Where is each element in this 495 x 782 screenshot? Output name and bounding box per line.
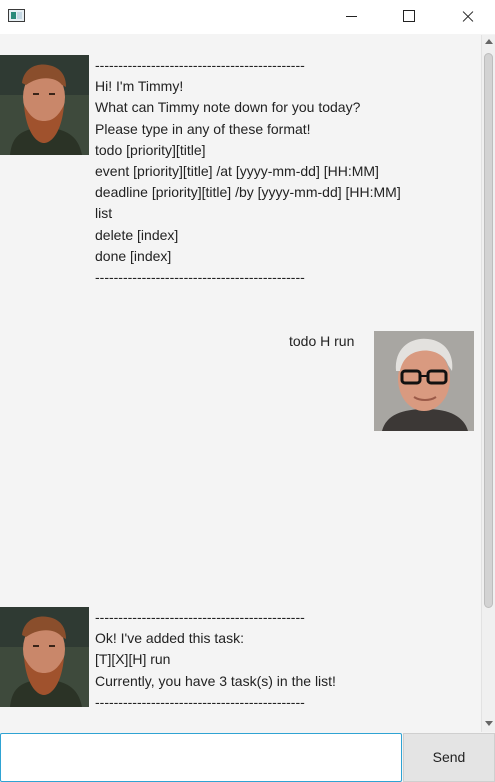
message-line: What can Timmy note down for you today?	[95, 99, 361, 116]
message-line: Hi! I'm Timmy!	[95, 78, 184, 95]
message-line: ----------------------------------------…	[95, 693, 305, 710]
message-line: todo [priority][title]	[95, 141, 206, 158]
bot-message-welcome: ----------------------------------------…	[95, 55, 401, 288]
message-line: ----------------------------------------…	[95, 57, 305, 73]
message-line: Ok! I've added this task:	[95, 630, 244, 647]
app-window-icon	[8, 9, 25, 22]
chat-dialog-area[interactable]: ----------------------------------------…	[0, 35, 481, 732]
maximize-button[interactable]	[386, 0, 432, 34]
scroll-up-arrow-icon[interactable]	[485, 39, 493, 44]
message-line: delete [index]	[95, 226, 179, 243]
vertical-scrollbar[interactable]	[481, 35, 495, 732]
message-line: todo H run	[289, 333, 355, 349]
message-line: event [priority][title] /at [yyyy-mm-dd]…	[95, 163, 379, 180]
bot-message-task-added: ----------------------------------------…	[95, 607, 336, 713]
message-line: deadline [priority][title] /by [yyyy-mm-…	[95, 184, 401, 201]
input-row: Send	[0, 732, 495, 782]
scroll-thumb[interactable]	[484, 53, 493, 608]
scroll-down-arrow-icon[interactable]	[485, 721, 493, 726]
message-input[interactable]	[0, 733, 402, 782]
bearded-man-avatar	[0, 607, 89, 707]
message-line: [T][X][H] run	[95, 651, 171, 668]
send-button[interactable]: Send	[403, 733, 495, 782]
message-line: Currently, you have 3 task(s) in the lis…	[95, 672, 336, 689]
close-button[interactable]	[444, 0, 490, 34]
message-line: ----------------------------------------…	[95, 609, 305, 625]
minimize-button[interactable]	[328, 0, 374, 34]
bearded-man-avatar	[0, 55, 89, 155]
message-line: list	[95, 205, 113, 222]
user-message: todo H run	[289, 331, 354, 352]
title-bar[interactable]	[0, 0, 495, 34]
older-man-glasses-avatar	[374, 331, 474, 431]
message-line: done [index]	[95, 247, 172, 264]
message-line: Please type in any of these format!	[95, 120, 311, 137]
message-line: ----------------------------------------…	[95, 269, 305, 286]
